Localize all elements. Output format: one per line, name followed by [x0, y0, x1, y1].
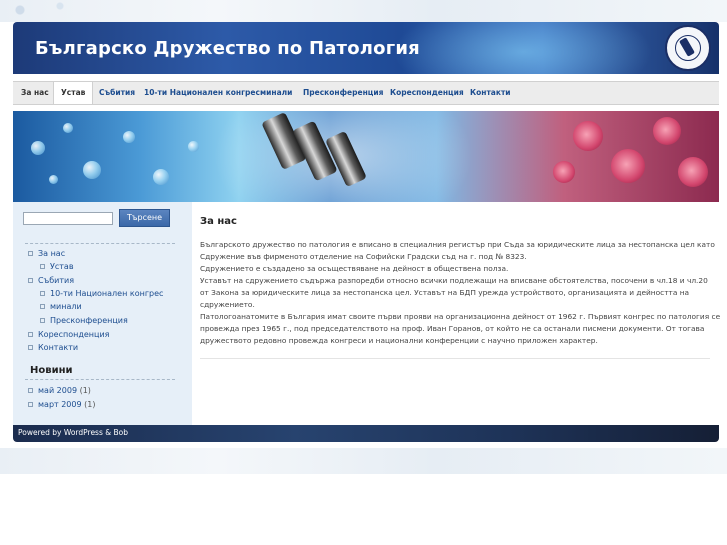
bullet-icon [28, 332, 33, 337]
nav-item-statute[interactable]: Устав [53, 82, 94, 104]
banner-bubble [188, 141, 199, 152]
blood-cell [573, 121, 603, 151]
banner-bubble [31, 141, 45, 155]
content-line: сдружението. [200, 300, 255, 309]
nav-item-contacts[interactable]: Контакти [463, 82, 518, 104]
nav-item-events[interactable]: Събития [92, 82, 142, 104]
archive-label: март 2009 [38, 400, 82, 409]
content-line: дружеството редовно провежда конгреси и … [200, 336, 598, 345]
sidebar-item-statute[interactable]: Устав [40, 262, 74, 271]
sidebar-item-national-congress[interactable]: 10-ти Национален конгрес [40, 289, 163, 298]
banner-bubble [83, 161, 101, 179]
search-button[interactable]: Търсене [119, 209, 170, 227]
sidebar-item-about[interactable]: За нас [28, 249, 65, 258]
bottom-background [0, 448, 727, 474]
nav-item-about[interactable]: За нас [14, 82, 56, 104]
nav-item-press-conference[interactable]: Пресконференция [296, 82, 390, 104]
content-divider [200, 358, 710, 359]
blood-cell [653, 117, 681, 145]
sidebar-item-correspondence[interactable]: Кореспонденция [28, 330, 109, 339]
sidebar-item-label: минали [50, 302, 82, 311]
sidebar-item-label: Контакти [38, 343, 79, 352]
bullet-icon [40, 304, 45, 309]
blood-cell [678, 157, 708, 187]
header-glow [393, 22, 653, 74]
sidebar-item-label: Пресконференция [50, 316, 128, 325]
bullet-icon [28, 278, 33, 283]
footer-credit: Powered by WordPress & Bob [18, 428, 128, 437]
archive-item[interactable]: март 2009 (1) [28, 400, 95, 409]
sidebar-item-events[interactable]: Събития [28, 276, 74, 285]
content-line: от Закона за юридическите лица за нестоп… [200, 288, 690, 297]
main-content: За нас Българското дружество по патологи… [192, 202, 721, 431]
sidebar-item-label: Устав [50, 262, 74, 271]
sidebar-item-contacts[interactable]: Контакти [28, 343, 78, 352]
archive-count: (1) [79, 386, 91, 395]
content-line: Сдружение във фирменото отделение на Соф… [200, 252, 527, 261]
sidebar-item-label: Кореспонденция [38, 330, 110, 339]
site-footer: Powered by WordPress & Bob [13, 425, 719, 442]
blood-cell [611, 149, 645, 183]
nav-item-national-congress[interactable]: 10-ти Национален конгрес [137, 82, 267, 104]
content-line: Сдружението е създадено за осъществяване… [200, 264, 509, 273]
sidebar-divider [25, 243, 175, 244]
content-line: Българското дружество по патология е впи… [200, 240, 715, 249]
main-navigation: За нас Устав Събития 10-ти Национален ко… [13, 81, 719, 105]
blood-cell [553, 161, 575, 183]
banner-bubble [123, 131, 135, 143]
news-heading: Новини [30, 365, 73, 376]
sidebar-item-label: За нас [38, 249, 66, 258]
archive-label: май 2009 [38, 386, 78, 395]
sidebar-item-label: 10-ти Национален конгрес [50, 289, 164, 298]
site-title[interactable]: Българско Дружество по Патология [35, 38, 420, 59]
banner-bubble [49, 175, 58, 184]
nav-item-past[interactable]: минали [253, 82, 299, 104]
sidebar: Търсене За нас Устав Събития 10-ти Нацио… [13, 202, 192, 431]
sidebar-item-past[interactable]: минали [40, 302, 82, 311]
bullet-icon [40, 318, 45, 323]
bullet-icon [28, 388, 33, 393]
bullet-icon [28, 345, 33, 350]
bullet-icon [40, 291, 45, 296]
banner-bubble [63, 123, 73, 133]
sidebar-item-press-conference[interactable]: Пресконференция [40, 316, 128, 325]
bullet-icon [28, 251, 33, 256]
top-background [0, 0, 727, 22]
content-line: Уставът на сдружението съдържа разпоредб… [200, 276, 708, 285]
sidebar-item-label: Събития [38, 276, 75, 285]
content-line: провежда през 1965 г., под председателст… [200, 324, 705, 333]
nav-item-correspondence[interactable]: Кореспонденция [383, 82, 471, 104]
archive-item[interactable]: май 2009 (1) [28, 386, 91, 395]
bullet-icon [40, 264, 45, 269]
bullet-icon [28, 402, 33, 407]
search-input[interactable] [23, 212, 113, 225]
content-line: Патологоанатомите в България имат своите… [200, 312, 721, 321]
banner-bubble [153, 169, 169, 185]
archive-count: (1) [84, 400, 96, 409]
society-logo-icon[interactable] [665, 25, 711, 71]
site-header: Българско Дружество по Патология [13, 22, 719, 74]
header-banner-image [13, 111, 719, 202]
sidebar-divider [25, 379, 175, 380]
page-title: За нас [200, 216, 237, 227]
